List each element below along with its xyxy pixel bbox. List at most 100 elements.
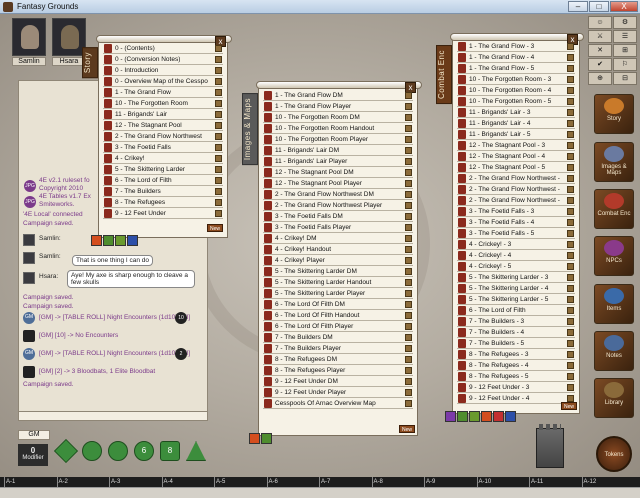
list-item[interactable]: 12 - The Stagnant Pool DM	[263, 167, 413, 178]
share-toggle[interactable]	[567, 175, 574, 182]
share-toggle[interactable]	[405, 125, 412, 132]
list-item[interactable]: 3 - The Foetid Falls	[103, 142, 223, 153]
list-item[interactable]: 0 - Overview Map of the Cesspo	[103, 76, 223, 87]
toolbar-button[interactable]	[261, 433, 272, 444]
toolbar-tool-button[interactable]: ✔	[588, 58, 612, 71]
list-item[interactable]: 9 - 12 Feet Under DM	[263, 376, 413, 387]
list-item[interactable]: 4 - Crickey! - 3	[457, 239, 575, 250]
share-toggle[interactable]	[215, 100, 222, 107]
share-toggle[interactable]	[567, 153, 574, 160]
share-toggle[interactable]	[567, 329, 574, 336]
maximize-button[interactable]: □	[589, 1, 609, 12]
list-item[interactable]: 6 - The Lord of Filth	[103, 175, 223, 186]
share-toggle[interactable]	[567, 98, 574, 105]
list-item[interactable]: 3 - The Foetid Falls - 5	[457, 228, 575, 239]
share-toggle[interactable]	[405, 334, 412, 341]
list-item[interactable]: 5 - The Skittering Larder - 5	[457, 294, 575, 305]
list-item[interactable]: 10 - The Forgotten Room - 4	[457, 85, 575, 96]
list-item[interactable]: 5 - The Skittering Larder - 4	[457, 283, 575, 294]
list-item[interactable]: 2 - The Grand Flow Northwest -	[457, 195, 575, 206]
share-toggle[interactable]	[567, 285, 574, 292]
chat-input[interactable]	[18, 411, 208, 421]
list-item[interactable]: 8 - The Refugees	[103, 197, 223, 208]
list-item[interactable]: 4 - Crickey! - 5	[457, 261, 575, 272]
list-item[interactable]: 0 - (Conversion Notes)	[103, 54, 223, 65]
share-toggle[interactable]	[567, 164, 574, 171]
list-item[interactable]: 7 - The Builders Player	[263, 343, 413, 354]
share-toggle[interactable]	[567, 274, 574, 281]
list-item[interactable]: 1 - The Grand Flow - 3	[457, 41, 575, 52]
toolbar-button[interactable]	[481, 411, 492, 422]
list-item[interactable]: 11 - Brigands' Lair - 3	[457, 107, 575, 118]
share-toggle[interactable]	[567, 87, 574, 94]
toolbar-button[interactable]	[493, 411, 504, 422]
modifier-box[interactable]: 0 Modifier	[18, 444, 48, 466]
list-item[interactable]: 7 - The Builders DM	[263, 332, 413, 343]
share-toggle[interactable]	[405, 136, 412, 143]
list-item[interactable]: 12 - The Stagnant Pool - 5	[457, 162, 575, 173]
share-toggle[interactable]	[405, 301, 412, 308]
list-item[interactable]: 5 - The Skittering Larder - 3	[457, 272, 575, 283]
list-item[interactable]: 12 - The Stagnant Pool	[103, 120, 223, 131]
share-toggle[interactable]	[567, 43, 574, 50]
list-item[interactable]: 1 - The Grand Flow - 5	[457, 63, 575, 74]
list-item[interactable]: 4 - Crikey! DM	[263, 233, 413, 244]
list-item[interactable]: 2 - The Grand Flow Northwest DM	[263, 189, 413, 200]
share-toggle[interactable]	[567, 395, 574, 402]
share-toggle[interactable]	[215, 166, 222, 173]
list-item[interactable]: 10 - The Forgotten Room - 5	[457, 96, 575, 107]
share-toggle[interactable]	[405, 312, 412, 319]
share-toggle[interactable]	[405, 158, 412, 165]
share-toggle[interactable]	[405, 147, 412, 154]
list-item[interactable]: 4 - Crikey!	[103, 153, 223, 164]
sidebar-button[interactable]: Combat Enc	[594, 189, 634, 229]
share-toggle[interactable]	[215, 122, 222, 129]
list-item[interactable]: 1 - The Grand Flow Player	[263, 101, 413, 112]
list-item[interactable]: 10 - The Forgotten Room DM	[263, 112, 413, 123]
sidebar-button[interactable]: NPCs	[594, 236, 634, 276]
share-toggle[interactable]	[405, 169, 412, 176]
list-item[interactable]: 5 - The Skittering Larder Handout	[263, 277, 413, 288]
d8-icon[interactable]	[108, 441, 128, 461]
list-item[interactable]: 7 - The Builders - 5	[457, 338, 575, 349]
share-toggle[interactable]	[215, 144, 222, 151]
share-toggle[interactable]	[215, 210, 222, 217]
sidebar-button[interactable]: Items	[594, 284, 634, 324]
share-toggle[interactable]	[405, 323, 412, 330]
share-toggle[interactable]	[405, 268, 412, 275]
toolbar-tool-button[interactable]: ☺	[588, 16, 612, 29]
share-toggle[interactable]	[567, 54, 574, 61]
share-toggle[interactable]	[215, 199, 222, 206]
list-item[interactable]: 1 - The Grand Flow	[103, 87, 223, 98]
share-toggle[interactable]	[567, 120, 574, 127]
images-new-button[interactable]: New	[399, 425, 415, 433]
list-item[interactable]: 3 - The Foetid Falls - 4	[457, 217, 575, 228]
dice-tower-icon[interactable]	[536, 424, 564, 468]
sidebar-button[interactable]: Library	[594, 378, 634, 418]
share-toggle[interactable]	[567, 208, 574, 215]
list-item[interactable]: 10 - The Forgotten Room - 3	[457, 74, 575, 85]
share-toggle[interactable]	[215, 78, 222, 85]
list-item[interactable]: 9 - 12 Feet Under - 4	[457, 393, 575, 404]
list-item[interactable]: 11 - Brigands' Lair Player	[263, 156, 413, 167]
share-toggle[interactable]	[215, 89, 222, 96]
share-toggle[interactable]	[567, 351, 574, 358]
share-toggle[interactable]	[567, 219, 574, 226]
share-toggle[interactable]	[405, 389, 412, 396]
list-item[interactable]: 3 - The Foetid Falls - 3	[457, 206, 575, 217]
d10-icon[interactable]: 6	[134, 441, 154, 461]
share-toggle[interactable]	[567, 241, 574, 248]
list-item[interactable]: 4 - Crikey! Handout	[263, 244, 413, 255]
list-item[interactable]: 12 - The Stagnant Pool - 3	[457, 140, 575, 151]
list-item[interactable]: 8 - The Refugees - 3	[457, 349, 575, 360]
tokens-button[interactable]: Tokens	[596, 436, 632, 472]
toolbar-button[interactable]	[127, 235, 138, 246]
share-toggle[interactable]	[567, 76, 574, 83]
share-toggle[interactable]	[405, 356, 412, 363]
list-item[interactable]: 6 - The Lord Of Filth DM	[263, 299, 413, 310]
portrait-samlin[interactable]	[12, 18, 46, 56]
list-item[interactable]: 1 - The Grand Flow DM	[263, 90, 413, 101]
toolbar-tool-button[interactable]: ⚙	[613, 16, 637, 29]
list-item[interactable]: 7 - The Builders - 4	[457, 327, 575, 338]
share-toggle[interactable]	[405, 224, 412, 231]
